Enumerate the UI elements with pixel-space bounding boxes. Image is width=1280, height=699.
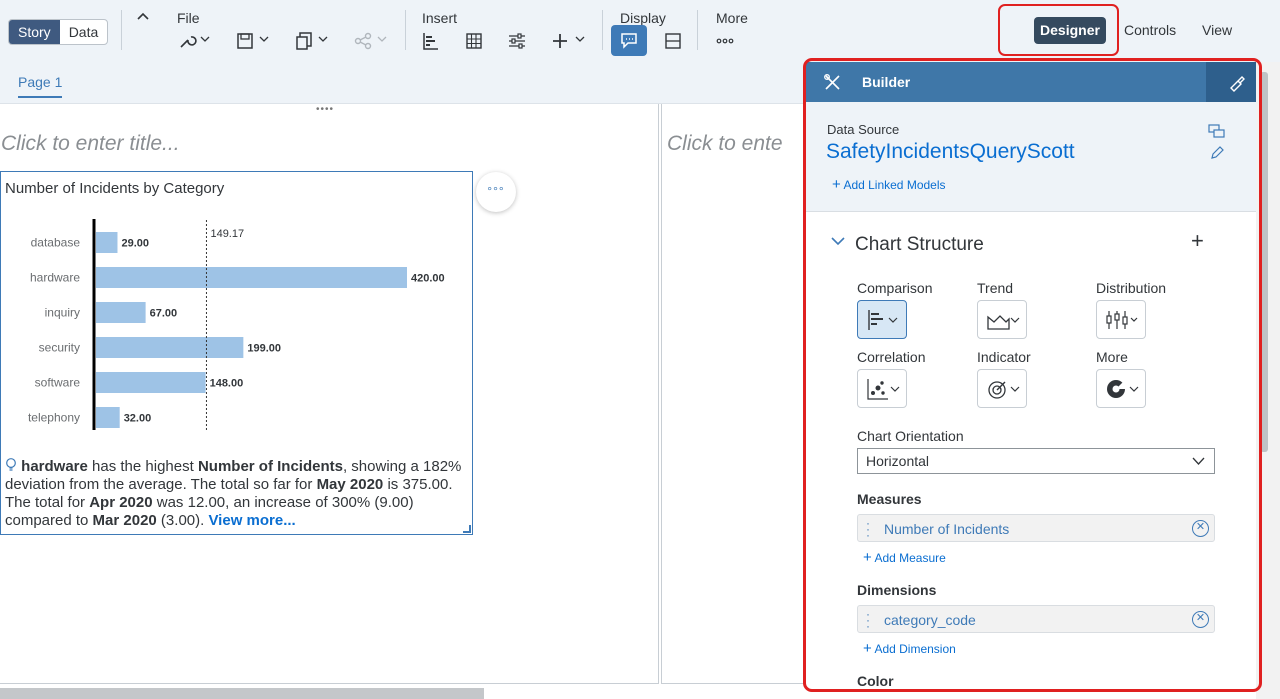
display-group-label: Display: [620, 10, 666, 26]
divider: [697, 10, 698, 50]
more-dots-icon[interactable]: [715, 30, 737, 52]
insight-period: May 2020: [316, 476, 384, 493]
designer-highlight: [998, 4, 1119, 56]
data-label: 420.00: [411, 273, 445, 285]
add-icon[interactable]: [549, 30, 571, 52]
filter-settings-icon[interactable]: [506, 30, 528, 52]
insight-text: (3.00).: [156, 512, 209, 529]
file-group-label: File: [177, 10, 200, 26]
more-group-label: More: [716, 10, 748, 26]
reference-line-label: 149.17: [210, 228, 244, 240]
divider: [121, 10, 122, 50]
chart-widget[interactable]: Number of Incidents by Category database…: [0, 171, 473, 535]
insight-dimension: hardware: [21, 458, 88, 475]
story-mode-button[interactable]: Story: [9, 20, 60, 44]
table-icon[interactable]: [463, 30, 485, 52]
data-mode-button[interactable]: Data: [60, 20, 108, 44]
chevron-down-icon[interactable]: [377, 34, 387, 44]
insight-period: Mar 2020: [92, 512, 157, 529]
comment-icon: [621, 33, 637, 49]
smart-insight: hardware has the highest Number of Incid…: [5, 457, 473, 530]
title-placeholder[interactable]: Click to enter title...: [1, 132, 180, 156]
view-button[interactable]: View: [1202, 22, 1232, 38]
collapse-icon[interactable]: [136, 8, 150, 24]
data-label: 148.00: [210, 378, 244, 390]
story-data-toggle[interactable]: Story Data: [8, 19, 109, 45]
insight-text: has the highest: [87, 458, 198, 475]
category-tick-label: inquiry: [45, 306, 80, 320]
bar-chart-icon[interactable]: [420, 30, 442, 52]
data-label: 67.00: [150, 308, 178, 320]
horizontal-scrollbar[interactable]: [0, 688, 484, 699]
builder-highlight: [803, 58, 1262, 692]
panel-grip[interactable]: ••••: [316, 104, 334, 115]
bar-chart: database 29.00 hardware 420.00 inquiry 67.00 s…: [28, 219, 445, 430]
data-label: 32.00: [124, 413, 152, 425]
lightbulb-icon: [6, 458, 16, 471]
chevron-down-icon[interactable]: [200, 34, 210, 44]
copy-icon[interactable]: [293, 30, 315, 52]
bar: [96, 302, 146, 323]
divider: [602, 10, 603, 50]
category-tick-label: database: [31, 236, 81, 250]
section-icon[interactable]: [662, 30, 684, 52]
divider: [405, 10, 406, 50]
wrench-icon[interactable]: [176, 30, 198, 52]
chevron-down-icon[interactable]: [575, 34, 585, 44]
resize-handle[interactable]: [463, 525, 471, 533]
chevron-down-icon[interactable]: [259, 34, 269, 44]
chart-title: Number of Incidents by Category: [5, 180, 225, 197]
data-label: 199.00: [247, 343, 281, 355]
comment-mode-button[interactable]: [611, 25, 647, 56]
save-icon[interactable]: [234, 30, 256, 52]
right-panel: [661, 104, 821, 684]
bar: [96, 232, 118, 253]
title-placeholder-right[interactable]: Click to ente: [667, 132, 783, 156]
tab-page-1[interactable]: Page 1: [18, 74, 63, 98]
bar: [96, 267, 407, 288]
category-tick-label: telephony: [28, 411, 80, 425]
insert-group-label: Insert: [422, 10, 458, 26]
category-tick-label: security: [39, 341, 80, 355]
bar: [96, 407, 120, 428]
category-tick-label: hardware: [30, 271, 80, 285]
controls-button[interactable]: Controls: [1124, 22, 1176, 38]
chart-more-menu-button[interactable]: °°°: [476, 172, 516, 212]
chevron-down-icon[interactable]: [318, 34, 328, 44]
insight-period: Apr 2020: [89, 494, 153, 511]
share-icon[interactable]: [352, 30, 374, 52]
data-label: 29.00: [121, 238, 149, 250]
category-tick-label: software: [35, 376, 81, 390]
bar: [96, 372, 206, 393]
insight-measure: Number of Incidents: [197, 458, 343, 475]
view-more-link[interactable]: View more...: [208, 512, 295, 529]
bar: [96, 337, 244, 358]
